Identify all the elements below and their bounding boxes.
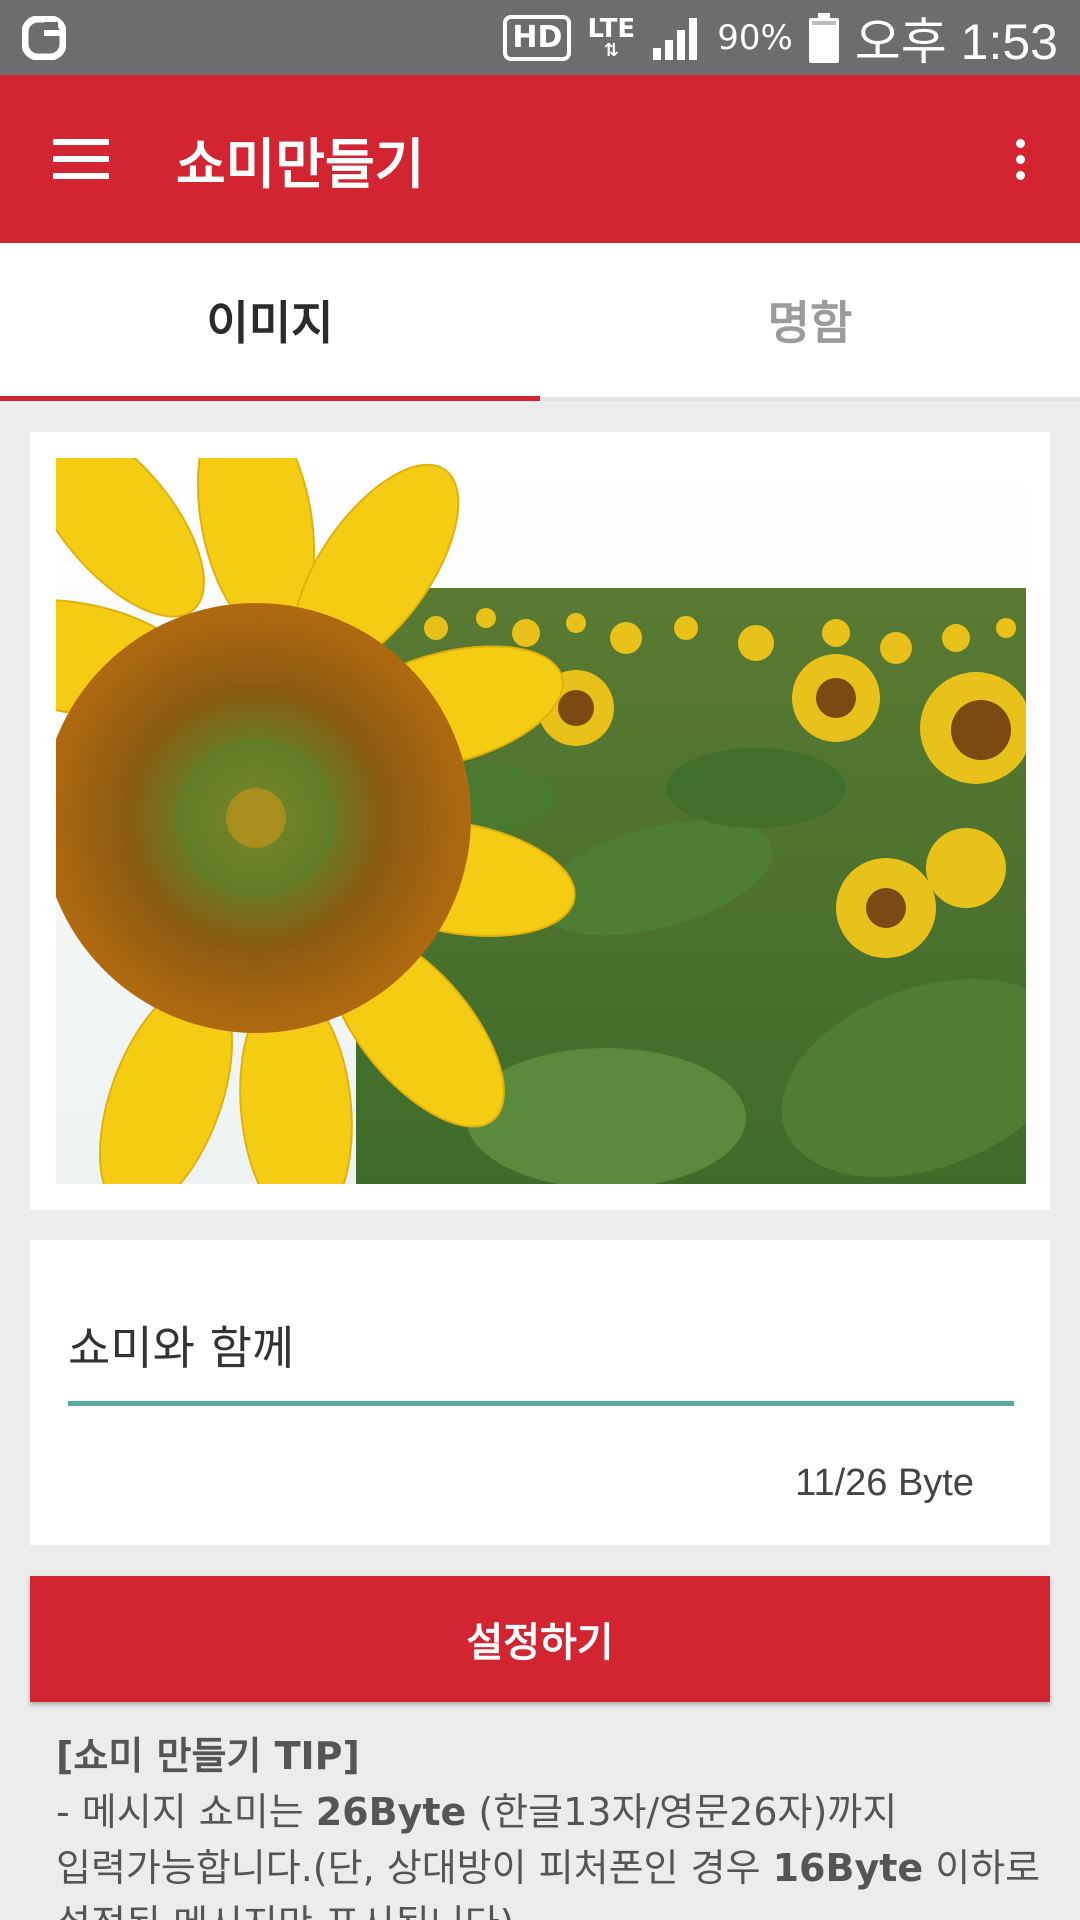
image-card[interactable] — [30, 432, 1050, 1210]
network-type-label: LTE — [587, 13, 636, 44]
input-underline — [68, 1401, 1014, 1406]
tab-image[interactable]: 이미지 — [0, 243, 540, 401]
tips-section: [쇼미 만들기 TIP] - 메시지 쇼미는 26Byte (한글13자/영문2… — [56, 1728, 1056, 1920]
signal-icon — [653, 17, 698, 60]
carrier-logo-icon — [22, 15, 66, 60]
page-title: 쇼미만들기 — [176, 132, 425, 196]
battery-icon — [808, 12, 839, 63]
tips-line-1: - 메시지 쇼미는 26Byte (한글13자/영문26자)까지 — [56, 1790, 898, 1834]
tips-line-3: 설정된 메시지만 표시됩니다) — [56, 1896, 1056, 1920]
lte-icon: LTE ⇅ — [587, 16, 635, 60]
tab-bar: 이미지 명함 — [0, 243, 1080, 401]
message-input[interactable] — [68, 1300, 1014, 1390]
tips-line-2: 입력가능합니다.(단, 상대방이 피처폰인 경우 16Byte 이하로 — [56, 1846, 1041, 1890]
more-options-button[interactable] — [960, 75, 1080, 243]
more-vert-icon — [1015, 138, 1025, 148]
tab-business-card[interactable]: 명함 — [540, 243, 1080, 397]
set-button[interactable]: 설정하기 — [30, 1576, 1050, 1702]
byte-counter: 11/26 Byte — [795, 1462, 974, 1504]
tips-title: [쇼미 만들기 TIP] — [56, 1734, 360, 1778]
sunflower-photo[interactable] — [56, 458, 1026, 1184]
app-bar: 쇼미만들기 — [0, 75, 1080, 243]
battery-percent: 90% — [717, 17, 793, 58]
message-card: 11/26 Byte — [30, 1240, 1050, 1545]
hamburger-icon — [53, 139, 109, 179]
clock: 오후 1:53 — [854, 13, 1058, 70]
data-arrows-icon: ⇅ — [603, 39, 619, 61]
menu-button[interactable] — [0, 75, 166, 243]
status-bar: HD LTE ⇅ 90% 오후 1:53 — [0, 0, 1080, 75]
hd-voice-icon: HD — [503, 14, 572, 61]
